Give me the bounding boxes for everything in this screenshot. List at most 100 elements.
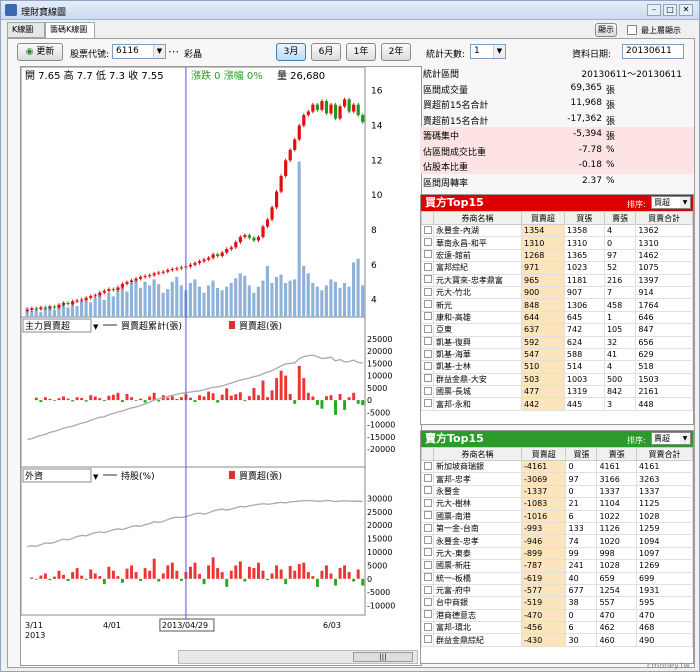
table-row[interactable]: 富邦-環北 -456 6 462 468: [421, 621, 693, 635]
chevron-down-icon[interactable]: ▼: [680, 197, 690, 208]
table-row[interactable]: 華南永昌-和平 1310 1310 0 1310: [421, 236, 693, 250]
column-header[interactable]: 買賣合計: [636, 447, 693, 461]
row-checkbox[interactable]: [421, 596, 434, 610]
row-checkbox[interactable]: [421, 509, 434, 523]
column-header[interactable]: 買賣超: [521, 211, 565, 225]
column-header[interactable]: 買張: [565, 447, 598, 461]
table-row[interactable]: 富邦綜紀 971 1023 52 1075: [421, 261, 693, 275]
row-checkbox[interactable]: [421, 608, 434, 623]
row-checkbox[interactable]: [421, 583, 434, 598]
table-row[interactable]: 永豐金-內湖 1354 1358 4 1362: [421, 223, 693, 238]
tab-kline[interactable]: K線圖: [7, 22, 45, 38]
data-date-input[interactable]: 20130611: [622, 44, 684, 59]
column-header[interactable]: 賣張: [603, 211, 637, 225]
table-row[interactable]: 元大-竹北 900 907 7 914: [421, 285, 693, 300]
stat-days-select[interactable]: 1 ▼: [470, 44, 506, 59]
period-1y-button[interactable]: 1年: [346, 43, 376, 61]
row-checkbox[interactable]: [421, 571, 434, 585]
row-checkbox[interactable]: [421, 285, 434, 300]
row-checkbox[interactable]: [421, 521, 434, 536]
table-row[interactable]: 統一-板橋 -619 40 659 699: [421, 571, 693, 585]
table-row[interactable]: 永豐金-忠孝 -946 74 1020 1094: [421, 534, 693, 548]
table-row[interactable]: 元富-府中 -577 677 1254 1931: [421, 583, 693, 598]
display-button[interactable]: 顯示: [595, 23, 617, 37]
row-checkbox[interactable]: [421, 236, 434, 250]
row-checkbox[interactable]: [421, 497, 434, 511]
always-on-top-checkbox[interactable]: [627, 25, 637, 35]
table-row[interactable]: 凱基-海華 547 588 41 629: [421, 347, 693, 362]
candle-body: [120, 283, 125, 288]
chip-bar: [329, 395, 333, 401]
row-checkbox[interactable]: [421, 298, 434, 312]
minimize-icon[interactable]: –: [647, 4, 661, 16]
chart-scrollbar[interactable]: |||: [178, 650, 418, 664]
table-row[interactable]: 富邦-忠孝 -3069 97 3166 3263: [421, 472, 693, 486]
row-checkbox[interactable]: [421, 261, 434, 275]
close-icon[interactable]: ✕: [679, 4, 693, 16]
table-row[interactable]: 永豐金 -1337 0 1337 1337: [421, 484, 693, 499]
scrollbar-thumb[interactable]: |||: [353, 652, 413, 662]
period-3m-button[interactable]: 3月: [276, 43, 306, 61]
chart-area[interactable]: 開 7.65 高 7.7 低 7.3 收 7.55 漲跌 0 漲幅 0% 量 26,…: [20, 66, 422, 666]
table-row[interactable]: 第一金-台南 -993 133 1126 1259: [421, 521, 693, 536]
table-row[interactable]: 富邦-永和 442 445 3 448: [421, 397, 693, 411]
row-checkbox[interactable]: [421, 472, 434, 486]
row-checkbox[interactable]: [421, 534, 434, 548]
row-checkbox[interactable]: [421, 484, 434, 499]
row-checkbox[interactable]: [421, 310, 434, 325]
table-cell: 490: [636, 633, 693, 647]
table-row[interactable]: 元大-樹林 -1083 21 1104 1125: [421, 497, 693, 511]
column-header[interactable]: 券商名稱: [433, 211, 522, 225]
row-checkbox[interactable]: [421, 335, 434, 349]
table-cell: 富邦-永和: [433, 397, 522, 411]
row-checkbox[interactable]: [421, 360, 434, 374]
chevron-down-icon[interactable]: ▼: [153, 45, 165, 58]
column-header[interactable]: 券商名稱: [433, 447, 522, 461]
chart-svg[interactable]: 開 7.65 高 7.7 低 7.3 收 7.55 漲跌 0 漲幅 0% 量 26,…: [20, 66, 421, 665]
row-checkbox[interactable]: [421, 397, 434, 411]
table-row[interactable]: 新加坡商瑞銀 -4161 0 4161 4161: [421, 459, 693, 474]
table-row[interactable]: 凱基-復興 592 624 32 656: [421, 335, 693, 349]
row-checkbox[interactable]: [421, 459, 434, 474]
table-row[interactable]: 國票-新莊 -787 241 1028 1269: [421, 559, 693, 573]
period-2y-button[interactable]: 2年: [381, 43, 411, 61]
buy-sort-select[interactable]: 買超 ▼: [651, 196, 691, 209]
row-checkbox[interactable]: [421, 559, 434, 573]
column-header[interactable]: 買賣超: [520, 447, 567, 461]
table-row[interactable]: 新光 848 1306 458 1764: [421, 298, 693, 312]
row-checkbox[interactable]: [421, 347, 434, 362]
table-row[interactable]: 元大寶來-忠孝鼎富 965 1181 216 1397: [421, 273, 693, 287]
row-checkbox[interactable]: [421, 621, 434, 635]
tab-chip-kline[interactable]: 籌碼K線圖: [45, 22, 95, 39]
stock-code-input[interactable]: 6116 ▼: [112, 44, 166, 59]
column-header[interactable]: 買張: [563, 211, 605, 225]
table-row[interactable]: 港商德意志 -470 0 470 470: [421, 608, 693, 623]
row-checkbox[interactable]: [421, 633, 434, 647]
row-checkbox[interactable]: [421, 385, 434, 399]
maximize-icon[interactable]: □: [663, 4, 677, 16]
column-header[interactable]: 賣張: [596, 447, 638, 461]
table-row[interactable]: 元大-東泰 -899 99 998 1097: [421, 546, 693, 561]
column-header[interactable]: 買賣合計: [635, 211, 693, 225]
table-row[interactable]: 宏遠-館前 1268 1365 97 1462: [421, 248, 693, 263]
row-checkbox[interactable]: [421, 372, 434, 387]
row-checkbox[interactable]: [421, 273, 434, 287]
table-row[interactable]: 台中商銀 -519 38 557 595: [421, 596, 693, 610]
table-row[interactable]: 康和-高雄 644 645 1 646: [421, 310, 693, 325]
more-icon[interactable]: ⋯: [168, 45, 179, 58]
refresh-button[interactable]: ◉ 更新: [17, 43, 63, 61]
table-row[interactable]: 國票-南港 -1016 6 1022 1028: [421, 509, 693, 523]
row-checkbox[interactable]: [421, 248, 434, 263]
row-checkbox[interactable]: [421, 323, 434, 337]
table-row[interactable]: 國票-長城 477 1319 842 2161: [421, 385, 693, 399]
table-row[interactable]: 亞東 637 742 105 847: [421, 323, 693, 337]
table-row[interactable]: 群益金鼎綜紀 -430 30 460 490: [421, 633, 693, 647]
table-row[interactable]: 凱基-士林 510 514 4 518: [421, 360, 693, 374]
row-checkbox[interactable]: [421, 223, 434, 238]
period-6m-button[interactable]: 6月: [311, 43, 341, 61]
sell-sort-select[interactable]: 賣超 ▼: [651, 432, 691, 445]
chevron-down-icon[interactable]: ▼: [680, 433, 690, 444]
row-checkbox[interactable]: [421, 546, 434, 561]
table-row[interactable]: 群益金鼎-大安 503 1003 500 1503: [421, 372, 693, 387]
chevron-down-icon[interactable]: ▼: [493, 45, 505, 58]
